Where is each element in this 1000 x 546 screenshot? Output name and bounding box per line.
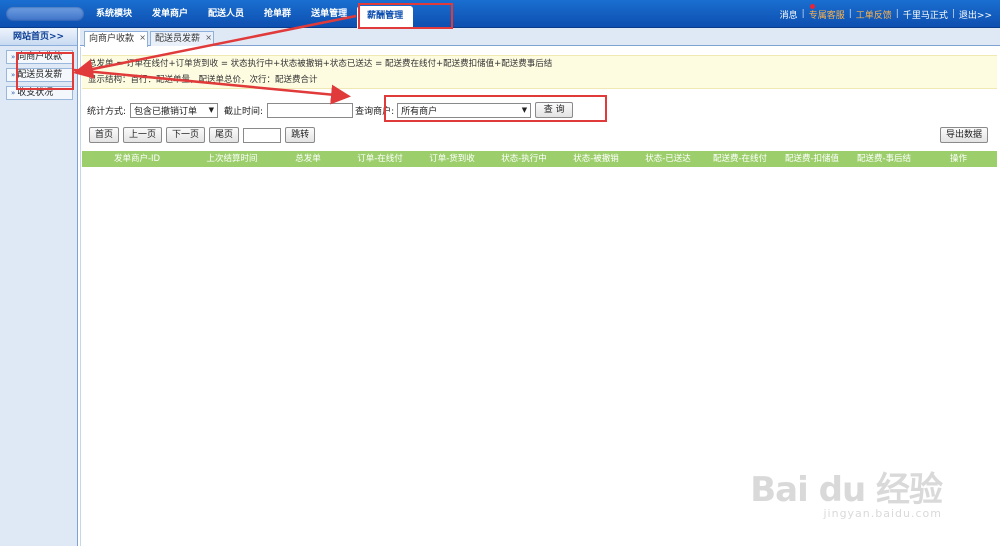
- watermark-logo: Bai du 经验: [750, 470, 943, 510]
- arrow-to-sidebar: [73, 14, 357, 79]
- arrow-to-merchant: [73, 68, 351, 105]
- baidu-watermark: Bai du 经验 jingyan.baidu.com: [750, 462, 943, 520]
